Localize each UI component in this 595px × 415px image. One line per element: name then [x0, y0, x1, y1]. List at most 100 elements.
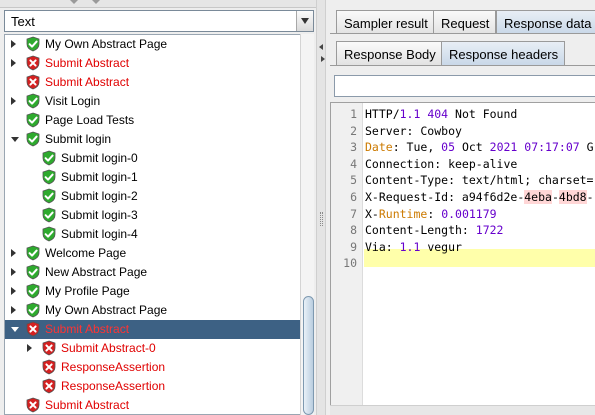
tree-item[interactable]: Submit Abstract: [5, 73, 300, 92]
line-number: 10: [343, 256, 357, 271]
sampler-results-tree[interactable]: My Own Abstract Page Submit Abstract Submi…: [4, 34, 300, 415]
tree-item[interactable]: Submit Abstract-0: [5, 339, 300, 358]
code-line: Server: Cowboy: [365, 124, 462, 138]
viewer-horizontal-scrollbar[interactable]: [330, 405, 595, 415]
tree-item[interactable]: Submit Abstract: [5, 396, 300, 414]
line-number: 7: [350, 206, 357, 221]
code-token: 05: [441, 140, 456, 155]
result-detail-panel: Sampler result Request Response data Res…: [326, 0, 595, 415]
collapse-arrow-icon[interactable]: [92, 0, 100, 4]
expand-toggle-collapsed-icon[interactable]: [11, 306, 16, 314]
arrow-left-icon[interactable]: [319, 44, 323, 50]
dropdown-button[interactable]: [296, 11, 313, 31]
collapse-arrow-icon[interactable]: [70, 0, 78, 4]
line-number: 3: [350, 140, 357, 155]
tree-item[interactable]: Welcome Page: [5, 244, 300, 263]
tree-item-label: Submit login-2: [61, 189, 138, 203]
shield-x-icon: [25, 321, 41, 337]
code-line: HTTP/1.1 404 Not Found: [365, 107, 517, 121]
tree-item-label: Submit Abstract: [45, 398, 130, 412]
shield-x-icon: [41, 359, 57, 375]
tab-response-body[interactable]: Response Body: [336, 41, 443, 65]
scrollbar-thumb[interactable]: [303, 296, 314, 415]
expand-toggle-collapsed-icon[interactable]: [11, 268, 16, 276]
tree-item[interactable]: Submit login-2: [5, 187, 300, 206]
results-tree-panel: Text My Own Abstract Page Submit Abstract…: [0, 0, 316, 415]
line-number: 6: [350, 190, 357, 204]
tree-item[interactable]: My Own Abstract Page: [5, 35, 300, 54]
tab-strip-border: [330, 65, 595, 66]
tree-item-label: My Own Abstract Page: [45, 37, 168, 51]
tree-item[interactable]: My Own Abstract Page: [5, 301, 300, 320]
line-number: 5: [350, 173, 357, 188]
expand-toggle-expanded-icon[interactable]: [11, 137, 19, 142]
shield-check-icon: [41, 226, 57, 242]
tree-vertical-scrollbar[interactable]: [300, 34, 314, 415]
tree-item[interactable]: ResponseAssertion: [5, 358, 300, 377]
tree-item[interactable]: My Profile Page: [5, 282, 300, 301]
top-divider[interactable]: [0, 0, 316, 8]
code-token: : Tue,: [392, 140, 442, 155]
tree-item[interactable]: ResponseAssertion: [5, 377, 300, 396]
tab-sampler-result[interactable]: Sampler result: [336, 10, 435, 34]
arrow-right-icon[interactable]: [321, 56, 325, 62]
tab-label: Request: [441, 16, 490, 31]
tab-strip-border: [330, 33, 595, 34]
expand-toggle-collapsed-icon[interactable]: [11, 59, 16, 67]
tree-item[interactable]: Page Load Tests: [5, 111, 300, 130]
code-token: -: [586, 190, 594, 204]
shield-check-icon: [25, 93, 41, 109]
tree-item[interactable]: Submit login: [5, 130, 300, 149]
code-token: Via:: [365, 239, 400, 254]
tab-response-headers[interactable]: Response headers: [441, 41, 566, 65]
code-token: 1.1 404: [399, 107, 449, 121]
search-input[interactable]: [334, 75, 595, 97]
tab-request[interactable]: Request: [433, 10, 497, 34]
code-token: 2021 07:17:07: [489, 140, 580, 155]
code-token: X-: [365, 206, 379, 221]
shield-x-icon: [41, 340, 57, 356]
code-line: X-Request-Id: a94f6d2e-4eba-4bd8-: [365, 190, 594, 204]
tree-item-label: ResponseAssertion: [61, 379, 166, 393]
tree-item[interactable]: Submit login-4: [5, 225, 300, 244]
shield-check-icon: [25, 112, 41, 128]
response-headers-viewer[interactable]: 1 2 3 4 5 6 7 8 9 10 HTTP/1.1 404 Not Found Server…: [330, 102, 595, 415]
tab-label: Response Body: [344, 47, 436, 62]
shield-check-icon: [25, 131, 41, 147]
line-number-gutter: 1 2 3 4 5 6 7 8 9 10: [331, 103, 363, 414]
code-token: :: [427, 206, 442, 221]
tree-item[interactable]: Visit Login: [5, 92, 300, 111]
shield-check-icon: [41, 188, 57, 204]
code-token: 4eba: [524, 190, 552, 204]
code-token: vegur: [420, 239, 462, 254]
tree-item-label: Submit login-1: [61, 170, 138, 184]
tree-item[interactable]: Submit login-0: [5, 149, 300, 168]
tab-label: Response data: [504, 16, 592, 31]
expand-toggle-collapsed-icon[interactable]: [11, 40, 16, 48]
renderer-select[interactable]: Text: [4, 10, 314, 32]
tree-item[interactable]: Submit login-1: [5, 168, 300, 187]
expand-toggle-expanded-icon[interactable]: [11, 327, 19, 332]
code-token: X-Request-Id: a94f6d2e-: [365, 190, 525, 204]
shield-x-icon: [25, 74, 41, 90]
expand-toggle-collapsed-icon[interactable]: [27, 344, 32, 352]
drag-handle-icon[interactable]: [320, 212, 323, 226]
shield-check-icon: [41, 150, 57, 166]
tree-item[interactable]: Submit Abstract: [5, 320, 300, 339]
shield-x-icon: [25, 397, 41, 413]
expand-toggle-collapsed-icon[interactable]: [11, 97, 16, 105]
tree-item-label: Submit Abstract: [45, 75, 130, 89]
shield-check-icon: [25, 36, 41, 52]
code-token: 1.1: [399, 239, 421, 254]
tree-item[interactable]: Submit Abstract: [5, 54, 300, 73]
expand-toggle-collapsed-icon[interactable]: [11, 249, 16, 257]
line-number: 2: [350, 123, 357, 138]
line-number: 1: [350, 107, 357, 121]
tab-response-data[interactable]: Response data: [496, 10, 595, 34]
tree-item-label: Submit login-4: [61, 227, 138, 241]
tree-item-label: Submit login-3: [61, 208, 138, 222]
split-pane-divider[interactable]: [316, 0, 326, 415]
tree-item[interactable]: Submit login-3: [5, 206, 300, 225]
expand-toggle-collapsed-icon[interactable]: [11, 287, 16, 295]
tree-item[interactable]: New Abstract Page: [5, 263, 300, 282]
